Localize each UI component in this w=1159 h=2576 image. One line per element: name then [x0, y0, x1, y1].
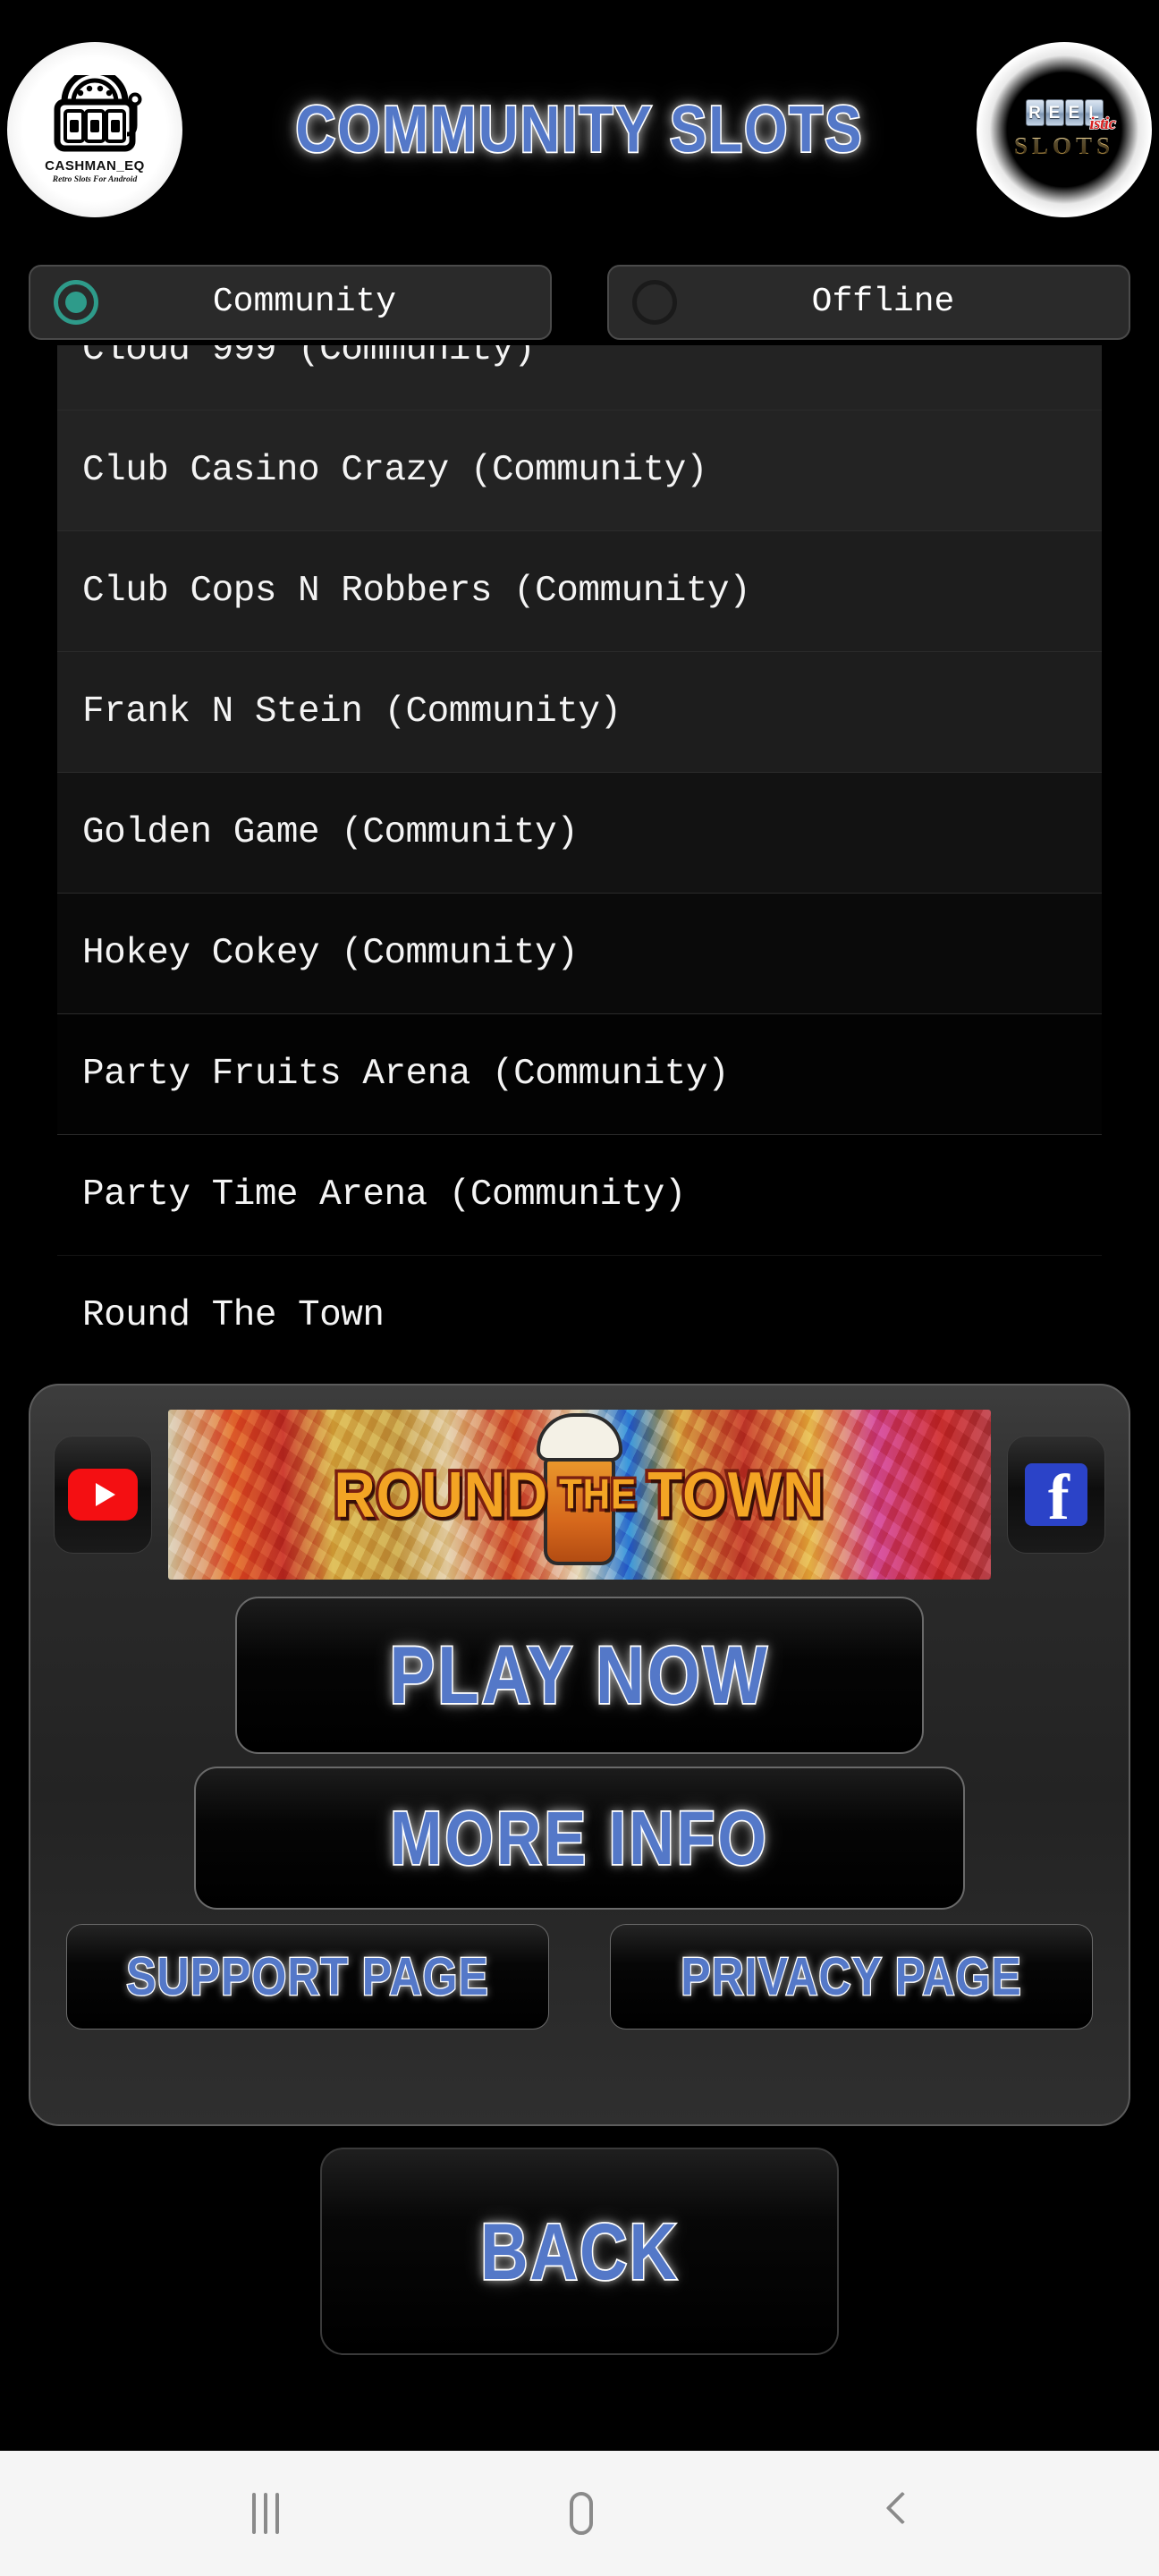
list-item-label: Party Time Arena (Community) [82, 1174, 686, 1216]
list-item[interactable]: Golden Game (Community) [57, 773, 1102, 894]
back-button[interactable]: BACK [320, 2148, 839, 2355]
game-detail-panel: ROUND THE TOWN f PLAY NOW MORE INFO SUPP… [29, 1384, 1130, 2126]
banner-word-the: THE [556, 1468, 639, 1521]
list-item[interactable]: Hokey Cokey (Community) [57, 894, 1102, 1014]
list-item[interactable]: Cloud 999 (Community) [57, 345, 1102, 411]
list-item-label: Hokey Cokey (Community) [82, 933, 579, 974]
reel-letter: E [1064, 99, 1084, 126]
cashman-eq-logo-tagline: Retro Slots For Android [52, 174, 138, 184]
radio-selected-icon[interactable] [54, 280, 98, 325]
list-item-label: Club Casino Crazy (Community) [82, 450, 708, 491]
radio-unselected-icon[interactable] [632, 280, 677, 325]
tab-offline[interactable]: Offline [607, 265, 1130, 340]
reelistic-slots-logo[interactable]: R E E L istic SLOTS [977, 42, 1152, 217]
reelistic-slots-word: SLOTS [1013, 132, 1115, 159]
reelistic-slots-logo-inner: R E E L istic SLOTS [1005, 71, 1123, 189]
cashman-eq-logo-name: CASHMAN_EQ [45, 157, 145, 174]
youtube-button[interactable] [54, 1436, 152, 1554]
list-item-label: Club Cops N Robbers (Community) [82, 571, 751, 612]
list-item[interactable]: Party Fruits Arena (Community) [57, 1014, 1102, 1135]
banner-word-town: TOWN [645, 1455, 827, 1534]
cashman-eq-logo[interactable]: CASHMAN_EQ Retro Slots For Android [7, 42, 182, 217]
game-banner-image[interactable]: ROUND THE TOWN [168, 1410, 991, 1580]
support-page-label: SUPPORT PAGE [125, 1946, 489, 2008]
banner-word-round: ROUND [331, 1455, 551, 1534]
back-icon[interactable] [884, 2495, 907, 2532]
home-icon[interactable] [569, 2492, 593, 2535]
tab-community[interactable]: Community [29, 265, 552, 340]
play-now-button[interactable]: PLAY NOW [235, 1597, 924, 1754]
tab-offline-label: Offline [811, 283, 955, 321]
reel-letter: E [1045, 99, 1064, 126]
slot-machine-icon [54, 74, 142, 152]
list-item-label: Golden Game (Community) [82, 812, 579, 853]
list-item-label: Round The Town [82, 1295, 385, 1336]
list-item-label: Party Fruits Arena (Community) [82, 1054, 730, 1095]
reel-word-row: R E E L istic [1025, 99, 1117, 134]
list-item[interactable]: Party Time Arena (Community) [57, 1135, 1102, 1256]
reelistic-accent-word: istic [1089, 114, 1117, 134]
game-list[interactable]: Cloud 999 (Community) Club Casino Crazy … [57, 345, 1102, 1369]
privacy-page-label: PRIVACY PAGE [680, 1946, 1022, 2008]
tab-community-label: Community [212, 283, 397, 321]
secondary-buttons-row: SUPPORT PAGE PRIVACY PAGE [54, 1924, 1105, 2029]
beer-foam [537, 1413, 622, 1462]
reel-letter: R [1025, 99, 1045, 126]
list-item[interactable]: Frank N Stein (Community) [57, 652, 1102, 773]
android-navigation-bar [0, 2451, 1159, 2576]
more-info-label: MORE INFO [389, 1794, 769, 1881]
back-button-label: BACK [479, 2205, 679, 2297]
list-item[interactable]: Club Casino Crazy (Community) [57, 411, 1102, 531]
back-button-area: BACK [0, 2126, 1159, 2451]
page-title: COMMUNITY SLOTS [294, 92, 864, 168]
play-now-label: PLAY NOW [388, 1628, 770, 1723]
facebook-button[interactable]: f [1007, 1436, 1105, 1554]
list-item-label: Frank N Stein (Community) [82, 691, 622, 733]
recents-icon[interactable] [252, 2493, 280, 2534]
mode-tabs: Community Offline [0, 259, 1159, 345]
more-info-button[interactable]: MORE INFO [194, 1767, 965, 1910]
list-item[interactable]: Round The Town [57, 1256, 1102, 1369]
youtube-icon [68, 1469, 138, 1521]
support-page-button[interactable]: SUPPORT PAGE [66, 1924, 549, 2029]
privacy-page-button[interactable]: PRIVACY PAGE [610, 1924, 1093, 2029]
cashman-eq-logo-inner: CASHMAN_EQ Retro Slots For Android [28, 63, 162, 197]
facebook-glyph: f [1047, 1463, 1070, 1526]
game-banner-title: ROUND THE TOWN [331, 1455, 827, 1534]
game-list-scroll[interactable]: Cloud 999 (Community) Club Casino Crazy … [57, 345, 1102, 1369]
app-header: CASHMAN_EQ Retro Slots For Android COMMU… [0, 0, 1159, 259]
list-item-label: Cloud 999 (Community) [82, 345, 536, 370]
list-item[interactable]: Club Cops N Robbers (Community) [57, 531, 1102, 652]
banner-row: ROUND THE TOWN f [54, 1405, 1105, 1584]
app-root: CASHMAN_EQ Retro Slots For Android COMMU… [0, 0, 1159, 2576]
facebook-icon: f [1025, 1463, 1087, 1526]
